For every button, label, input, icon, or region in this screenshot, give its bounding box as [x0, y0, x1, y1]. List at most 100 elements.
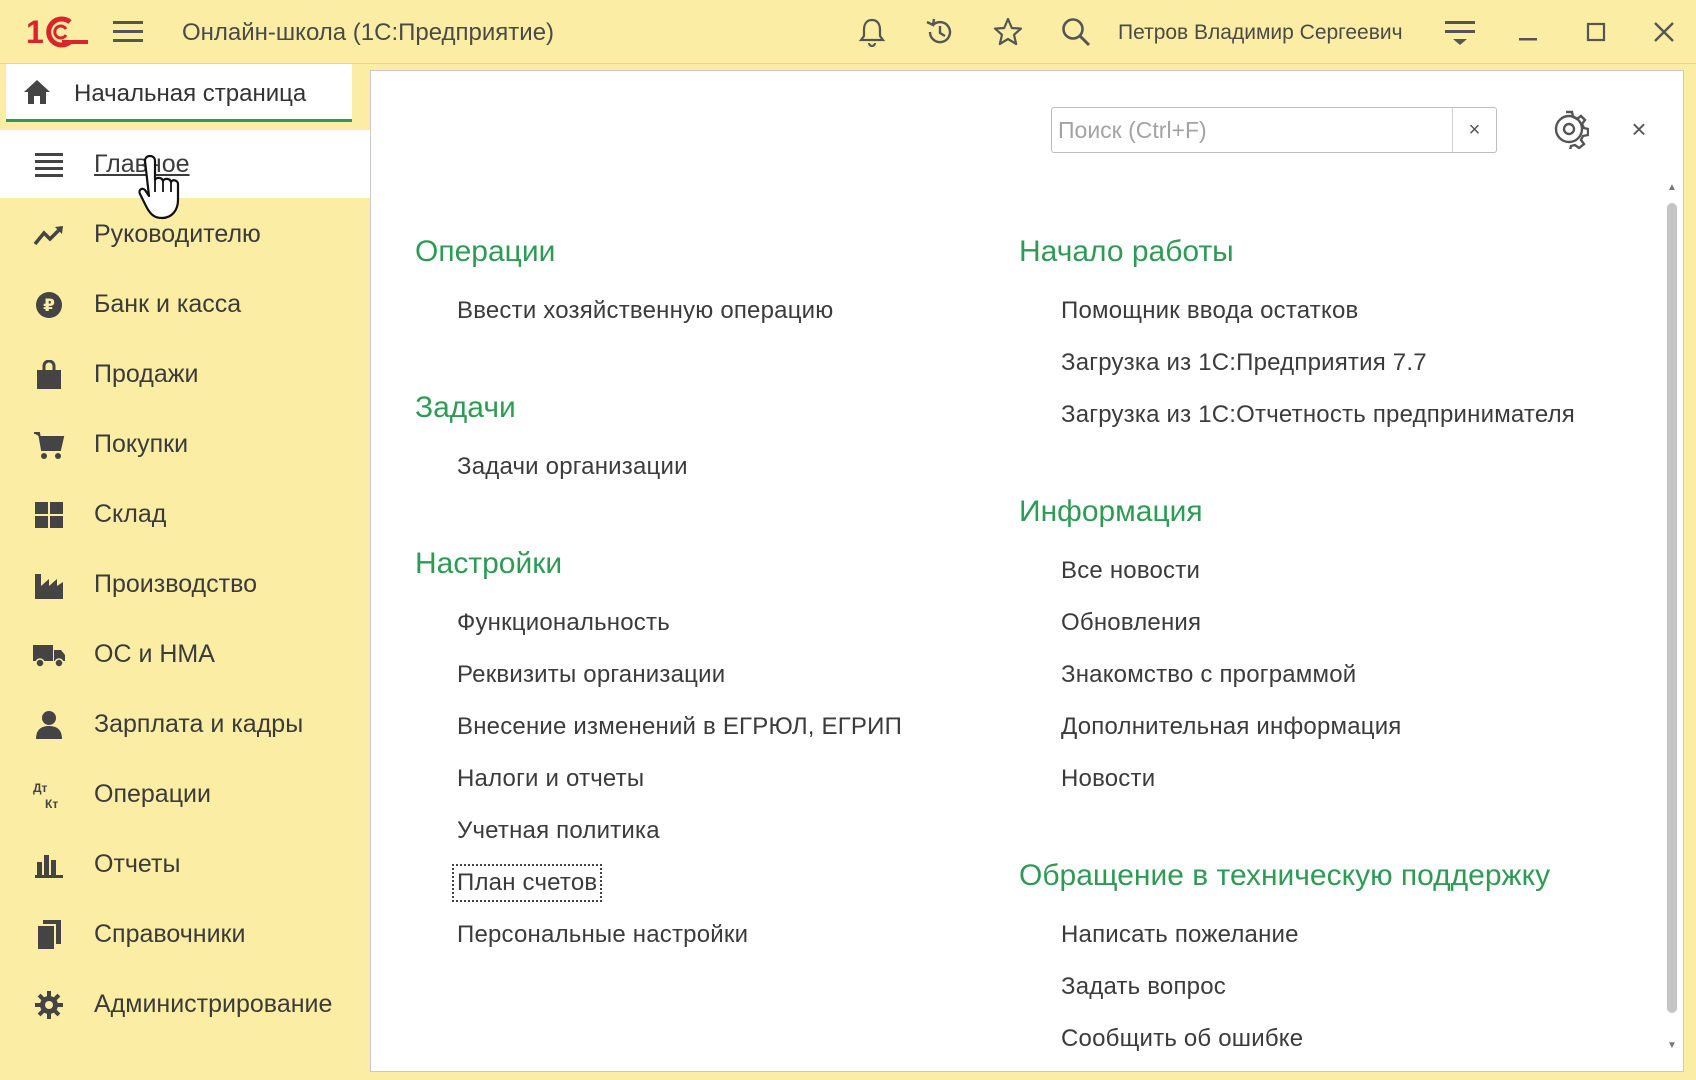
sidebar-item-label: Продажи [94, 360, 199, 388]
sidebar-item-label: Покупки [94, 430, 189, 458]
tab-home-label: Начальная страница [74, 80, 307, 107]
link-news[interactable]: Новости [1061, 765, 1155, 793]
sidebar-item-label: Справочники [94, 920, 246, 948]
factory-icon [32, 570, 66, 600]
history-button[interactable] [918, 10, 962, 54]
sidebar-item-label: Руководителю [94, 220, 261, 248]
link-functionality[interactable]: Функциональность [457, 609, 670, 637]
cart-icon [32, 430, 66, 460]
sidebar-item-bank[interactable]: ₽ Банк и касса [0, 270, 370, 338]
sidebar-item-label: Операции [94, 780, 211, 808]
scroll-thumb[interactable] [1667, 203, 1677, 1013]
link-ask-question[interactable]: Задать вопрос [1061, 973, 1226, 1001]
search-input[interactable] [1052, 108, 1452, 152]
scroll-up-icon[interactable]: ▲ [1666, 183, 1678, 193]
app-title: Онлайн-школа (1С:Предприятие) [182, 19, 555, 46]
debit-credit-icon: Дт Кт [32, 780, 66, 810]
minimize-icon [1519, 38, 1537, 41]
link-org-details[interactable]: Реквизиты организации [457, 661, 725, 689]
sidebar-item-references[interactable]: Справочники [0, 900, 370, 968]
person-icon [32, 710, 66, 740]
minimize-button[interactable] [1506, 10, 1550, 54]
section-info-title: Информация [1019, 495, 1203, 528]
sidebar-item-production[interactable]: Производство [0, 550, 370, 618]
star-icon [993, 17, 1023, 46]
title-bar: 1 Онлайн-школа (1С:Предприятие) Петров В… [0, 0, 1696, 64]
link-additional-info[interactable]: Дополнительная информация [1061, 713, 1402, 741]
link-updates[interactable]: Обновления [1061, 609, 1201, 637]
search-clear-button[interactable]: × [1452, 108, 1496, 152]
link-all-news[interactable]: Все новости [1061, 557, 1200, 585]
sidebar: Главное Руководителю ₽ Банк и касса Прод… [0, 130, 370, 1080]
sidebar-item-label: Администрирование [94, 990, 333, 1018]
hamburger-icon [113, 21, 143, 42]
history-icon [926, 18, 952, 44]
link-report-error[interactable]: Сообщить об ошибке [1061, 1025, 1303, 1059]
link-egrul-changes[interactable]: Внесение изменений в ЕГРЮЛ, ЕГРИП [457, 713, 902, 741]
close-icon [1654, 22, 1674, 42]
main-panel: × × Операции Ввести хозяйственную операц… [370, 70, 1684, 1072]
settings-menu-button[interactable] [1438, 10, 1482, 54]
scroll-down-icon[interactable]: ▼ [1666, 1041, 1678, 1051]
close-window-button[interactable] [1642, 10, 1686, 54]
svg-text:Кт: Кт [45, 797, 58, 810]
sidebar-item-warehouse[interactable]: Склад [0, 480, 370, 548]
sidebar-item-operations[interactable]: Дт Кт Операции [0, 760, 370, 828]
sidebar-item-label: Производство [94, 570, 258, 598]
link-chart-of-accounts[interactable]: План счетов [451, 864, 603, 902]
section-operations-title: Операции [415, 235, 556, 268]
section-support-title: Обращение в техническую поддержку [1019, 859, 1551, 892]
maximize-button[interactable] [1574, 10, 1618, 54]
link-personal-settings[interactable]: Персональные настройки [457, 921, 748, 949]
link-enter-operation[interactable]: Ввести хозяйственную операцию [457, 297, 833, 325]
sidebar-item-admin[interactable]: Администрирование [0, 970, 370, 1038]
sidebar-item-salary[interactable]: Зарплата и кадры [0, 690, 370, 758]
gear-icon [32, 990, 66, 1020]
user-name[interactable]: Петров Владимир Сергеевич [1118, 21, 1403, 45]
sidebar-item-label: Зарплата и кадры [94, 710, 304, 738]
notifications-button[interactable] [850, 10, 894, 54]
search-button[interactable] [1054, 10, 1098, 54]
sidebar-item-sales[interactable]: Продажи [0, 340, 370, 408]
favorites-button[interactable] [986, 10, 1030, 54]
section-tasks-title: Задачи [415, 391, 516, 424]
svg-text:1: 1 [26, 14, 44, 50]
menu-icon [32, 150, 66, 180]
sidebar-item-label: Главное [94, 150, 190, 178]
trend-icon [32, 220, 66, 250]
sidebar-item-label: Банк и касса [94, 290, 242, 318]
sidebar-item-main[interactable]: Главное [0, 130, 370, 198]
sidebar-item-reports[interactable]: Отчеты [0, 830, 370, 898]
link-taxes-reports[interactable]: Налоги и отчеты [457, 765, 644, 793]
link-import-entrepreneur[interactable]: Загрузка из 1С:Отчетность предпринимател… [1061, 401, 1575, 429]
search-icon [1062, 18, 1091, 47]
bar-chart-icon [32, 850, 66, 880]
sidebar-item-label: Склад [94, 500, 167, 528]
maximize-icon [1586, 22, 1606, 42]
sidebar-item-label: Отчеты [94, 850, 181, 878]
books-icon [32, 920, 66, 951]
section-start-title: Начало работы [1019, 235, 1234, 268]
main-menu-button[interactable] [106, 10, 150, 54]
sidebar-item-fixed-assets[interactable]: ОС и НМА [0, 620, 370, 688]
sidebar-item-purchases[interactable]: Покупки [0, 410, 370, 478]
section-settings-title: Настройки [415, 547, 563, 580]
link-balance-wizard[interactable]: Помощник ввода остатков [1061, 297, 1358, 325]
panel-close-button[interactable]: × [1621, 111, 1657, 147]
truck-icon [32, 640, 66, 670]
warehouse-icon [32, 500, 66, 530]
settings-gear-icon[interactable] [1549, 109, 1589, 149]
svg-text:Дт: Дт [33, 781, 48, 795]
link-org-tasks[interactable]: Задачи организации [457, 453, 688, 481]
scrollbar[interactable]: ▲ ▼ [1663, 179, 1681, 1059]
tab-home[interactable]: Начальная страница [6, 64, 352, 122]
ruble-coin-icon: ₽ [32, 290, 66, 320]
link-accounting-policy[interactable]: Учетная политика [457, 817, 660, 845]
link-intro[interactable]: Знакомство с программой [1061, 661, 1356, 689]
1c-logo: 1 [26, 14, 88, 50]
sidebar-item-manager[interactable]: Руководителю [0, 200, 370, 268]
search-box: × [1051, 107, 1497, 153]
sidebar-item-label: ОС и НМА [94, 640, 215, 668]
link-import-77[interactable]: Загрузка из 1С:Предприятия 7.7 [1061, 349, 1427, 377]
link-write-wish[interactable]: Написать пожелание [1061, 921, 1299, 949]
